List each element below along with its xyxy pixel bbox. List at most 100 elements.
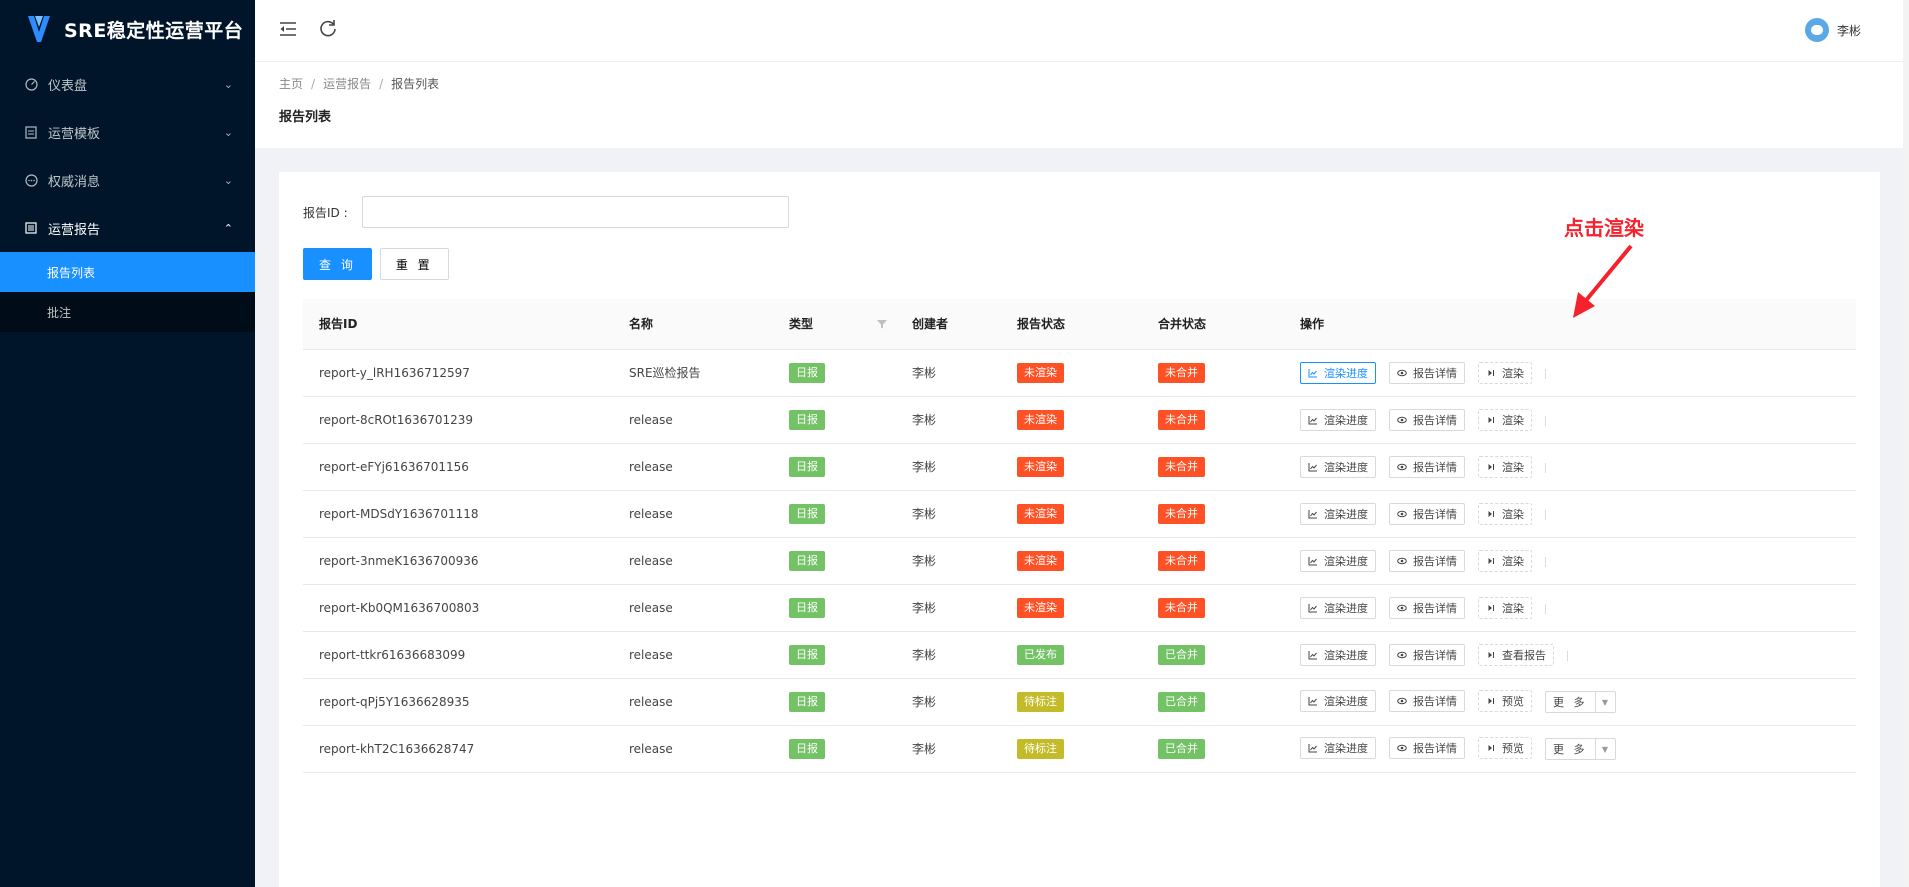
creator-cell: 李彬 — [896, 537, 1001, 585]
merge-cell: 未合并 — [1142, 537, 1284, 585]
report-id-cell: report-MDSdY1636701118 — [303, 490, 613, 538]
type-cell: 日报 — [773, 537, 896, 585]
op-label: 报告详情 — [1413, 742, 1457, 755]
render-progress-button[interactable]: 渲染进度 — [1300, 361, 1376, 384]
query-button[interactable]: 查 询 — [303, 248, 372, 280]
merge-status-badge: 未合并 — [1158, 503, 1205, 524]
sidebar-item-templates[interactable]: 运营模板 ⌄ — [0, 108, 255, 156]
render-progress-button[interactable]: 渲染进度 — [1300, 690, 1376, 712]
type-tag: 日报 — [789, 503, 825, 524]
eye-icon — [1397, 369, 1407, 376]
type-cell: 日报 — [773, 349, 896, 397]
merge-status-badge: 未合并 — [1158, 409, 1205, 430]
merge-status-badge: 未合并 — [1158, 456, 1205, 477]
status-badge: 未渲染 — [1017, 503, 1064, 524]
report-name-cell: release — [613, 725, 773, 773]
op-label: 渲染进度 — [1324, 648, 1368, 662]
report-detail-button[interactable]: 报告详情 — [1389, 690, 1465, 712]
render-progress-button[interactable]: 渲染进度 — [1300, 455, 1376, 478]
report-detail-button[interactable]: 报告详情 — [1389, 408, 1465, 431]
step-forward-icon — [1488, 698, 1494, 704]
op-label: 渲染 — [1502, 554, 1524, 568]
op-label: 报告详情 — [1413, 413, 1457, 427]
render-progress-button[interactable]: 渲染进度 — [1300, 549, 1376, 572]
sidebar-item-reports[interactable]: 运营报告 ⌃ — [0, 204, 255, 252]
step-forward-icon — [1488, 745, 1494, 751]
chevron-down-icon: ⌄ — [223, 125, 233, 139]
render-action-button[interactable]: 渲染 — [1478, 549, 1532, 572]
table-header: 报告ID 名称 类型 创建者 报告状态 合并状态 操作 — [303, 299, 1856, 350]
render-action-button[interactable]: 渲染 — [1478, 455, 1532, 478]
sidebar-item-label: 仪表盘 — [48, 78, 88, 94]
user-menu[interactable]: 李彬 — [1804, 18, 1861, 42]
sidebar-item-messages[interactable]: 权威消息 ⌄ — [0, 156, 255, 204]
divider — [1545, 369, 1546, 379]
render-action-button[interactable]: 渲染 — [1478, 596, 1532, 619]
render-progress-button[interactable]: 渲染进度 — [1300, 596, 1376, 619]
render-action-button[interactable]: 渲染 — [1478, 408, 1532, 431]
status-cell: 未渲染 — [1001, 584, 1142, 632]
sidebar-subitem-report-list[interactable]: 报告列表 — [0, 252, 255, 292]
render-action-button[interactable]: 渲染 — [1478, 361, 1532, 384]
render-progress-button[interactable]: 渲染进度 — [1300, 408, 1376, 431]
more-button[interactable]: 更 多 — [1545, 738, 1596, 760]
actions-cell: 渲染进度 报告详情 渲染 — [1284, 349, 1856, 397]
report-detail-button[interactable]: 报告详情 — [1389, 361, 1465, 384]
chevron-down-icon[interactable]: ▼ — [1595, 691, 1616, 713]
step-forward-icon — [1488, 557, 1494, 564]
sidebar-subitem-annotations[interactable]: 批注 — [0, 292, 255, 332]
render-action-button[interactable]: 预览 — [1478, 737, 1532, 759]
render-progress-button[interactable]: 渲染进度 — [1300, 737, 1376, 759]
more-dropdown[interactable]: 更 多 ▼ — [1545, 691, 1616, 713]
op-label: 渲染 — [1502, 601, 1524, 615]
merge-status-badge: 已合并 — [1158, 738, 1205, 759]
report-detail-button[interactable]: 报告详情 — [1389, 596, 1465, 619]
reload-icon[interactable] — [317, 17, 339, 39]
table-row: report-khT2C1636628747 release 日报 李彬 待标注 已合并 渲… — [303, 725, 1856, 773]
breadcrumb-home[interactable]: 主页 — [279, 75, 303, 92]
column-header-type: 类型 — [773, 299, 896, 350]
scrollbar[interactable] — [1903, 0, 1909, 887]
report-detail-button[interactable]: 报告详情 — [1389, 643, 1465, 666]
filter-icon[interactable] — [876, 318, 888, 330]
report-id-cell: report-Kb0QM1636700803 — [303, 584, 613, 632]
op-label: 报告详情 — [1413, 460, 1457, 474]
breadcrumb-section[interactable]: 运营报告 — [323, 75, 371, 92]
sidebar-item-label: 运营模板 — [48, 126, 101, 142]
logo-icon — [28, 16, 50, 42]
chevron-down-icon[interactable]: ▼ — [1595, 738, 1616, 760]
eye-icon — [1397, 463, 1407, 470]
app-logo[interactable]: SRE稳定性运营平台 — [0, 0, 255, 58]
more-button[interactable]: 更 多 — [1545, 691, 1596, 713]
eye-icon — [1397, 744, 1407, 752]
dashboard-icon — [24, 77, 38, 91]
type-tag: 日报 — [789, 409, 825, 430]
status-badge: 未渲染 — [1017, 597, 1064, 618]
render-action-button[interactable]: 预览 — [1478, 690, 1532, 712]
report-id-input[interactable] — [362, 196, 789, 228]
render-progress-button[interactable]: 渲染进度 — [1300, 502, 1376, 525]
menu-fold-icon[interactable] — [277, 18, 299, 40]
creator-cell: 李彬 — [896, 584, 1001, 632]
creator-cell: 李彬 — [896, 678, 1001, 726]
breadcrumb-current: 报告列表 — [391, 77, 440, 91]
report-detail-button[interactable]: 报告详情 — [1389, 737, 1465, 759]
type-cell: 日报 — [773, 490, 896, 538]
more-dropdown[interactable]: 更 多 ▼ — [1545, 738, 1616, 760]
report-id-label: 报告ID : — [303, 205, 348, 220]
table-row: report-MDSdY1636701118 release 日报 李彬 未渲染 未合并 渲… — [303, 490, 1856, 538]
render-action-button[interactable]: 查看报告 — [1478, 643, 1554, 666]
eye-icon — [1397, 557, 1407, 564]
eye-icon — [1397, 697, 1407, 705]
step-forward-icon — [1488, 604, 1494, 611]
sidebar-item-dashboard[interactable]: 仪表盘 ⌄ — [0, 60, 255, 108]
report-detail-button[interactable]: 报告详情 — [1389, 502, 1465, 525]
render-progress-button[interactable]: 渲染进度 — [1300, 643, 1376, 666]
reset-button[interactable]: 重 置 — [379, 248, 449, 280]
line-chart-icon — [1308, 509, 1317, 518]
status-cell: 已发布 — [1001, 631, 1142, 679]
report-detail-button[interactable]: 报告详情 — [1389, 455, 1465, 478]
status-cell: 未渲染 — [1001, 443, 1142, 491]
render-action-button[interactable]: 渲染 — [1478, 502, 1532, 525]
report-detail-button[interactable]: 报告详情 — [1389, 549, 1465, 572]
